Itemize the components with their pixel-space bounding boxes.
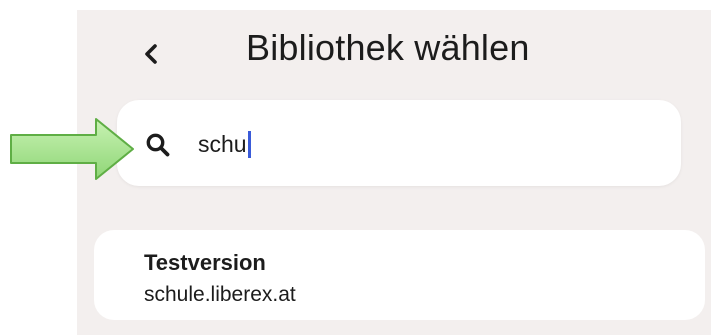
search-query[interactable]: schu [198, 130, 251, 158]
back-button[interactable] [134, 36, 168, 72]
arrow-right-icon [10, 118, 134, 180]
search-input[interactable]: schu [117, 100, 681, 186]
page-title: Bibliothek wählen [246, 27, 530, 68]
search-value: schu [198, 131, 247, 157]
chevron-left-icon [145, 44, 157, 64]
library-url: schule.liberex.at [144, 283, 296, 306]
search-icon [146, 133, 170, 157]
text-caret [247, 131, 251, 158]
list-item[interactable]: Testversion schule.liberex.at [94, 230, 705, 320]
library-name: Testversion [144, 250, 266, 275]
